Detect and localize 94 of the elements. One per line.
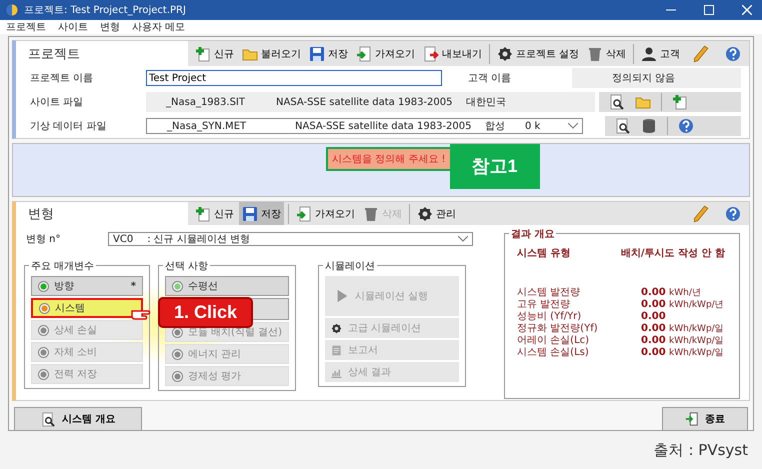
parameter-button[interactable]: 방향 *: [31, 276, 143, 296]
play-icon: [335, 289, 349, 303]
result-value: 0.00: [641, 346, 667, 358]
help-icon: [725, 206, 741, 222]
system-overview-button[interactable]: 시스템 개요: [14, 407, 142, 431]
result-value: 0.00: [641, 286, 667, 298]
panel-title: 프로젝트: [16, 41, 188, 66]
field-label: 기상 데이터 파일: [29, 120, 108, 133]
menu-item[interactable]: 프로젝트: [6, 20, 46, 34]
maximize-icon[interactable]: [704, 5, 714, 15]
project-name-field[interactable]: Test Project: [146, 70, 442, 86]
toolbar-button[interactable]: 신규: [192, 202, 237, 225]
meteo-file-dropdown[interactable]: _Nasa_SYN.MET NASA-SSE satellite data 1983-2005 합성 0 k: [146, 118, 583, 134]
save-icon: [309, 46, 325, 62]
site-file-name: _Nasa_1983.SIT: [165, 96, 246, 108]
group-title: 시뮬레이션: [323, 259, 377, 273]
settings-icon: [331, 322, 342, 334]
pencil-icon: [691, 204, 709, 222]
parameter-button[interactable]: 시스템: [31, 298, 143, 318]
result-value: 0.00: [641, 322, 667, 334]
plus-icon: [195, 46, 211, 62]
client-name-value: 정의되지 않음: [572, 68, 741, 88]
exit-icon: [685, 412, 699, 426]
result-label: 성능비 (Yf/Yr): [517, 310, 582, 323]
database-icon: [641, 118, 657, 134]
app-logo-icon: [6, 4, 18, 16]
window-title: 프로젝트: Test Project_Project.PRJ: [24, 4, 186, 17]
result-unit: kWh/kWp/일: [669, 322, 724, 334]
field-label: 사이트 파일: [29, 96, 84, 109]
field-label: 고객 이름: [467, 72, 512, 85]
result-label: 고유 발전량: [517, 298, 572, 311]
toolbar-button[interactable]: 가져오기: [293, 202, 358, 225]
close-icon[interactable]: [742, 5, 752, 15]
click-tooltip: 1. Click: [158, 297, 254, 328]
result-unit: kWh/년: [669, 286, 701, 298]
field-label: 프로젝트 이름: [29, 72, 94, 85]
toolbar-button[interactable]: 불러오기: [239, 42, 304, 65]
plus-icon: [195, 206, 211, 222]
result-unit: kWh/kWp/년: [669, 298, 724, 310]
toolbar-button[interactable]: 신규: [192, 42, 237, 65]
report-icon: [331, 344, 342, 356]
search-icon: [615, 118, 631, 134]
result-label: 시스템 유형: [517, 247, 570, 260]
variant-dropdown[interactable]: VC0 : 신규 시뮬레이션 변형: [108, 232, 473, 246]
person-icon: [641, 46, 658, 62]
help-icon: [678, 118, 694, 134]
result-label: 정규화 발전량(Yf): [517, 322, 599, 335]
group-title: 결과 개요: [509, 227, 556, 241]
result-value: 0.00: [641, 310, 667, 322]
option-button[interactable]: 수평선: [165, 276, 289, 296]
file-arrow-icon: [423, 46, 439, 62]
pencil-icon: [691, 44, 709, 62]
toolbar-button[interactable]: 관리: [414, 202, 459, 225]
toolbar-button[interactable]: 고객: [638, 42, 684, 65]
result-value: 0.00: [641, 334, 667, 346]
source-caption: 출처 : PVsyst: [654, 440, 748, 460]
warning-message: 시스템을 정의해 주세요 !: [326, 147, 450, 171]
menu-item[interactable]: 사이트: [58, 20, 88, 34]
field-label: 변형 n°: [25, 233, 62, 246]
result-value: 배치/투시도 작성 안 함: [620, 247, 725, 260]
callout-label: 참고1: [450, 144, 540, 189]
menu-item[interactable]: 변형: [100, 20, 120, 34]
toolbar-button[interactable]: 저장: [306, 42, 351, 65]
panel-title: 변형: [16, 202, 188, 225]
search-icon: [41, 412, 56, 426]
result-unit: kWh/kWp/일: [669, 334, 724, 346]
result-label: 어레이 손실(Lc): [517, 334, 590, 347]
save-icon: [242, 206, 258, 222]
search-icon: [609, 94, 625, 110]
result-unit: kWh/kWp/일: [669, 346, 724, 358]
result-value: 0.00: [641, 298, 667, 310]
plus-icon: [672, 94, 688, 110]
toolbar-button[interactable]: 저장: [239, 202, 284, 225]
menu-item[interactable]: 사용자 메모: [132, 20, 186, 34]
site-country: 대한민국: [466, 96, 507, 109]
toolbar-button[interactable]: 가져오기: [353, 42, 418, 65]
group-title: 주요 매개변수: [29, 259, 96, 273]
result-label: 시스템 발전량: [517, 286, 582, 299]
chevron-icon: [458, 236, 468, 242]
toolbar-button[interactable]: 내보내기: [420, 42, 485, 65]
toolbar-button[interactable]: 삭제: [584, 42, 630, 65]
file-arrow-icon: [296, 206, 312, 222]
trash-icon: [363, 206, 379, 222]
file-arrow-icon: [356, 46, 372, 62]
result-label: 시스템 손실(Ls): [517, 346, 590, 359]
trash-icon: [587, 46, 604, 62]
settings-icon: [417, 206, 433, 222]
settings-icon: [497, 46, 513, 62]
exit-button[interactable]: 종료: [662, 407, 748, 431]
toolbar-button[interactable]: 프로젝트 설정: [494, 42, 582, 65]
chevron-icon: [568, 123, 578, 129]
site-source: NASA-SSE satellite data 1983-2005: [276, 96, 454, 108]
group-title: 선택 사항: [163, 259, 210, 273]
help-icon: [725, 46, 741, 62]
